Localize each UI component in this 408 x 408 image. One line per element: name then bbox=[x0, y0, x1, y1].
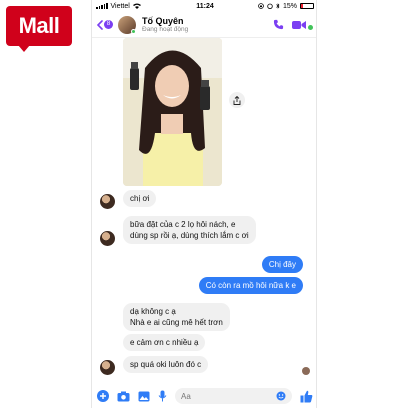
back-button[interactable]: 8 bbox=[97, 19, 113, 30]
message-text-line: dạ không c ạ bbox=[130, 307, 176, 316]
contact-avatar-small bbox=[100, 194, 115, 209]
contact-avatar-small bbox=[100, 360, 115, 375]
lock-rotation-icon bbox=[258, 3, 264, 9]
message-bubble[interactable]: sp quá oki luôn đó c bbox=[123, 356, 209, 373]
share-button[interactable] bbox=[229, 92, 245, 108]
chat-header: 8 Tố Quyên Đang hoạt động bbox=[92, 12, 316, 38]
online-dot bbox=[131, 28, 136, 34]
contact-avatar[interactable] bbox=[118, 15, 136, 34]
woman-holding-bottles-photo bbox=[123, 38, 222, 186]
shared-photo[interactable] bbox=[123, 38, 222, 186]
message-text-line: bữa đặt của c 2 lọ hôi nách, e bbox=[130, 220, 236, 229]
message-input-placeholder: Aa bbox=[181, 391, 191, 401]
contact-name: Tố Quyên bbox=[142, 16, 184, 26]
clock: 11:24 bbox=[196, 2, 214, 10]
messenger-screen: Viettel 11:24 15% 8 Tố Quyên Đang hoạt đ… bbox=[91, 0, 317, 408]
activity-status: Đang hoạt động bbox=[142, 26, 189, 33]
message-text: Chị đây bbox=[268, 260, 296, 269]
message-composer: Aa bbox=[92, 384, 316, 408]
share-icon bbox=[233, 95, 241, 105]
message-bubble-sent[interactable]: Có còn ra mồ hôi nữa k e bbox=[198, 277, 303, 294]
signal-icon bbox=[96, 3, 108, 9]
unread-count-badge: 8 bbox=[104, 20, 113, 29]
online-indicator-icon bbox=[308, 25, 313, 30]
carrier-label: Viettel bbox=[110, 2, 130, 10]
alarm-icon bbox=[267, 3, 273, 9]
message-text: sp quá oki luôn đó c bbox=[130, 360, 202, 369]
contact-info[interactable]: Tố Quyên Đang hoạt động bbox=[142, 16, 273, 33]
status-bar: Viettel 11:24 15% bbox=[92, 0, 316, 12]
image-icon[interactable] bbox=[138, 391, 150, 402]
battery-percent: 15% bbox=[282, 2, 297, 10]
contact-avatar-small bbox=[100, 231, 115, 246]
message-bubble-sent[interactable]: Chị đây bbox=[261, 256, 303, 273]
message-bubble[interactable]: dạ không c ạ Nhà e ai cũng mê hết trơn bbox=[123, 303, 230, 331]
seen-receipt-avatar bbox=[302, 367, 310, 375]
message-text: chị ơi bbox=[130, 194, 150, 203]
message-bubble[interactable]: chị ơi bbox=[123, 190, 157, 207]
thumbs-up-icon[interactable] bbox=[300, 390, 313, 403]
emoji-icon[interactable] bbox=[276, 391, 286, 401]
mall-logo-text: Mall bbox=[18, 13, 60, 38]
plus-icon[interactable] bbox=[97, 390, 109, 402]
phone-icon[interactable] bbox=[273, 19, 284, 30]
mall-logo: Mall bbox=[6, 6, 72, 52]
battery-icon bbox=[300, 3, 314, 9]
message-bubble[interactable]: bữa đặt của c 2 lọ hôi nách, e dùng sp r… bbox=[123, 216, 256, 244]
microphone-icon[interactable] bbox=[158, 390, 167, 402]
message-bubble[interactable]: e cảm ơn c nhiều ạ bbox=[123, 334, 206, 351]
camera-icon[interactable] bbox=[117, 391, 130, 402]
message-text: Có còn ra mồ hôi nữa k e bbox=[205, 281, 296, 290]
wifi-icon bbox=[132, 3, 141, 9]
chevron-left-icon bbox=[97, 19, 103, 30]
message-input[interactable]: Aa bbox=[175, 388, 292, 404]
message-text-line: Nhà e ai cũng mê hết trơn bbox=[130, 318, 223, 327]
video-call-icon[interactable] bbox=[292, 20, 306, 30]
bluetooth-icon bbox=[276, 3, 280, 9]
message-text-line: dùng sp rồi ạ, dùng thích lắm c ơi bbox=[130, 231, 249, 240]
screenshot-page: Mall Viettel 11:24 15% 8 Tố Quyên Đang h… bbox=[0, 0, 408, 408]
message-text: e cảm ơn c nhiều ạ bbox=[130, 338, 199, 347]
